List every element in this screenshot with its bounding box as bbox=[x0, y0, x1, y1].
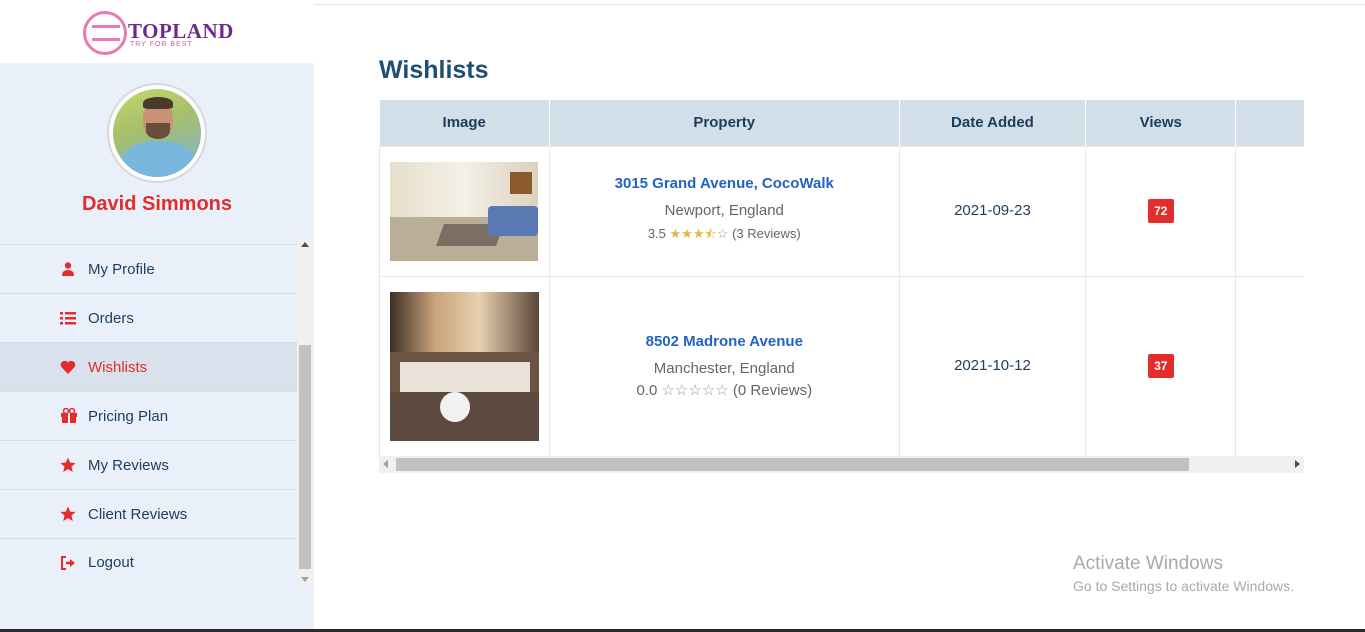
property-image[interactable] bbox=[390, 161, 539, 261]
heart-icon bbox=[60, 359, 76, 375]
table-row: 8502 Madrone Avenue Manchester, England … bbox=[379, 275, 1304, 456]
scroll-up-icon[interactable] bbox=[301, 242, 309, 247]
star-filled-icon: ★ bbox=[692, 226, 705, 241]
property-image-cell bbox=[379, 145, 550, 277]
sidebar-item-client-reviews[interactable]: Client Reviews bbox=[0, 489, 297, 538]
star-filled-icon: ★ bbox=[681, 226, 693, 241]
star-empty-icon: ☆ bbox=[688, 382, 702, 399]
extra-cell bbox=[1235, 145, 1304, 277]
avatar bbox=[107, 83, 207, 183]
property-location: Newport, England bbox=[664, 202, 784, 219]
table-header-row: Image Property Date Added Views bbox=[379, 100, 1304, 146]
date-added: 2021-09-23 bbox=[954, 202, 1031, 219]
sidebar-item-label: Pricing Plan bbox=[88, 407, 169, 425]
sidebar: TOPLAND TRY FOR BEST David Simmons My Pr… bbox=[0, 0, 314, 632]
property-rating: 3.5 ★★★⯪☆ (3 Reviews) bbox=[550, 225, 899, 247]
sidebar-menu: My Profile Orders Wishlists Pricing Plan… bbox=[0, 244, 297, 587]
table-horizontal-scrollbar[interactable] bbox=[379, 456, 1304, 473]
page-title: Wishlists bbox=[379, 56, 489, 84]
logo-icon bbox=[83, 11, 127, 55]
sidebar-item-label: Logout bbox=[88, 554, 134, 571]
column-header-date-added: Date Added bbox=[899, 100, 1087, 146]
review-count: (0 Reviews) bbox=[732, 382, 813, 399]
views-badge: 72 bbox=[1147, 199, 1174, 223]
star-icon bbox=[60, 457, 76, 473]
property-image-cell bbox=[379, 275, 550, 456]
sidebar-item-label: My Profile bbox=[88, 260, 155, 278]
star-empty-icon: ☆ bbox=[715, 382, 729, 399]
star-empty-icon: ☆ bbox=[716, 226, 729, 241]
property-title-link[interactable]: 3015 Grand Avenue, CocoWalk bbox=[550, 175, 899, 192]
star-empty-icon: ☆ bbox=[701, 382, 716, 399]
sidebar-item-label: My Reviews bbox=[88, 456, 169, 474]
sidebar-item-label: Wishlists bbox=[88, 358, 148, 376]
views-cell: 72 bbox=[1085, 145, 1237, 277]
views-cell: 37 bbox=[1085, 275, 1237, 456]
property-image[interactable] bbox=[389, 291, 539, 441]
sidebar-item-logout[interactable]: Logout bbox=[0, 538, 297, 587]
wishlist-table: Image Property Date Added Views 3015 Gra… bbox=[379, 100, 1304, 456]
views-badge: 37 bbox=[1147, 354, 1174, 378]
star-icon bbox=[60, 506, 76, 522]
star-empty-icon: ☆ bbox=[661, 382, 675, 399]
sidebar-item-pricing-plan[interactable]: Pricing Plan bbox=[0, 391, 297, 440]
scroll-right-icon[interactable] bbox=[1295, 460, 1300, 468]
extra-cell bbox=[1235, 275, 1304, 456]
user-name: David Simmons bbox=[81, 193, 233, 215]
gift-icon bbox=[60, 407, 77, 424]
sidebar-item-orders[interactable]: Orders bbox=[0, 293, 297, 342]
star-empty-icon: ☆ bbox=[674, 382, 689, 399]
column-header-more bbox=[1235, 100, 1304, 146]
sidebar-item-label: Client Reviews bbox=[88, 505, 188, 523]
rating-value: 3.5 bbox=[647, 226, 666, 241]
sidebar-scrollbar[interactable] bbox=[297, 238, 313, 586]
property-title-link[interactable]: 8502 Madrone Avenue bbox=[550, 333, 899, 350]
sidebar-item-label: Orders bbox=[88, 309, 134, 327]
column-header-views: Views bbox=[1085, 100, 1237, 146]
property-cell: 8502 Madrone Avenue Manchester, England … bbox=[548, 275, 900, 456]
table-row: 3015 Grand Avenue, CocoWalk Newport, Eng… bbox=[379, 145, 1304, 277]
date-cell: 2021-10-12 bbox=[898, 275, 1087, 456]
sidebar-item-my-profile[interactable]: My Profile bbox=[0, 244, 297, 293]
date-cell: 2021-09-23 bbox=[898, 145, 1087, 277]
column-header-image: Image bbox=[379, 100, 550, 146]
logout-icon bbox=[60, 555, 76, 571]
property-cell: 3015 Grand Avenue, CocoWalk Newport, Eng… bbox=[548, 145, 900, 277]
scroll-left-icon[interactable] bbox=[383, 460, 388, 468]
logo-tagline: TRY FOR BEST bbox=[130, 41, 193, 48]
sidebar-item-my-reviews[interactable]: My Reviews bbox=[0, 440, 297, 489]
activate-windows-subtitle: Go to Settings to activate Windows. bbox=[1073, 578, 1294, 594]
user-icon bbox=[60, 261, 76, 277]
list-icon bbox=[60, 310, 76, 326]
column-header-property: Property bbox=[549, 100, 900, 146]
property-rating: 0.0 ☆☆☆☆☆ (0 Reviews) bbox=[550, 381, 899, 399]
review-count: (3 Reviews) bbox=[732, 226, 801, 241]
rating-value: 0.0 bbox=[636, 382, 658, 399]
logo[interactable]: TOPLAND TRY FOR BEST bbox=[0, 0, 314, 63]
star-filled-icon: ★ bbox=[669, 226, 682, 241]
activate-windows-title: Activate Windows bbox=[1073, 553, 1223, 574]
scroll-down-icon[interactable] bbox=[301, 577, 309, 582]
star-half-icon: ⯪ bbox=[704, 226, 717, 241]
date-added: 2021-10-12 bbox=[954, 357, 1031, 374]
scrollbar-thumb[interactable] bbox=[396, 458, 1189, 471]
sidebar-item-wishlists[interactable]: Wishlists bbox=[0, 342, 297, 391]
scrollbar-thumb[interactable] bbox=[299, 345, 311, 569]
property-location: Manchester, England bbox=[653, 360, 795, 377]
